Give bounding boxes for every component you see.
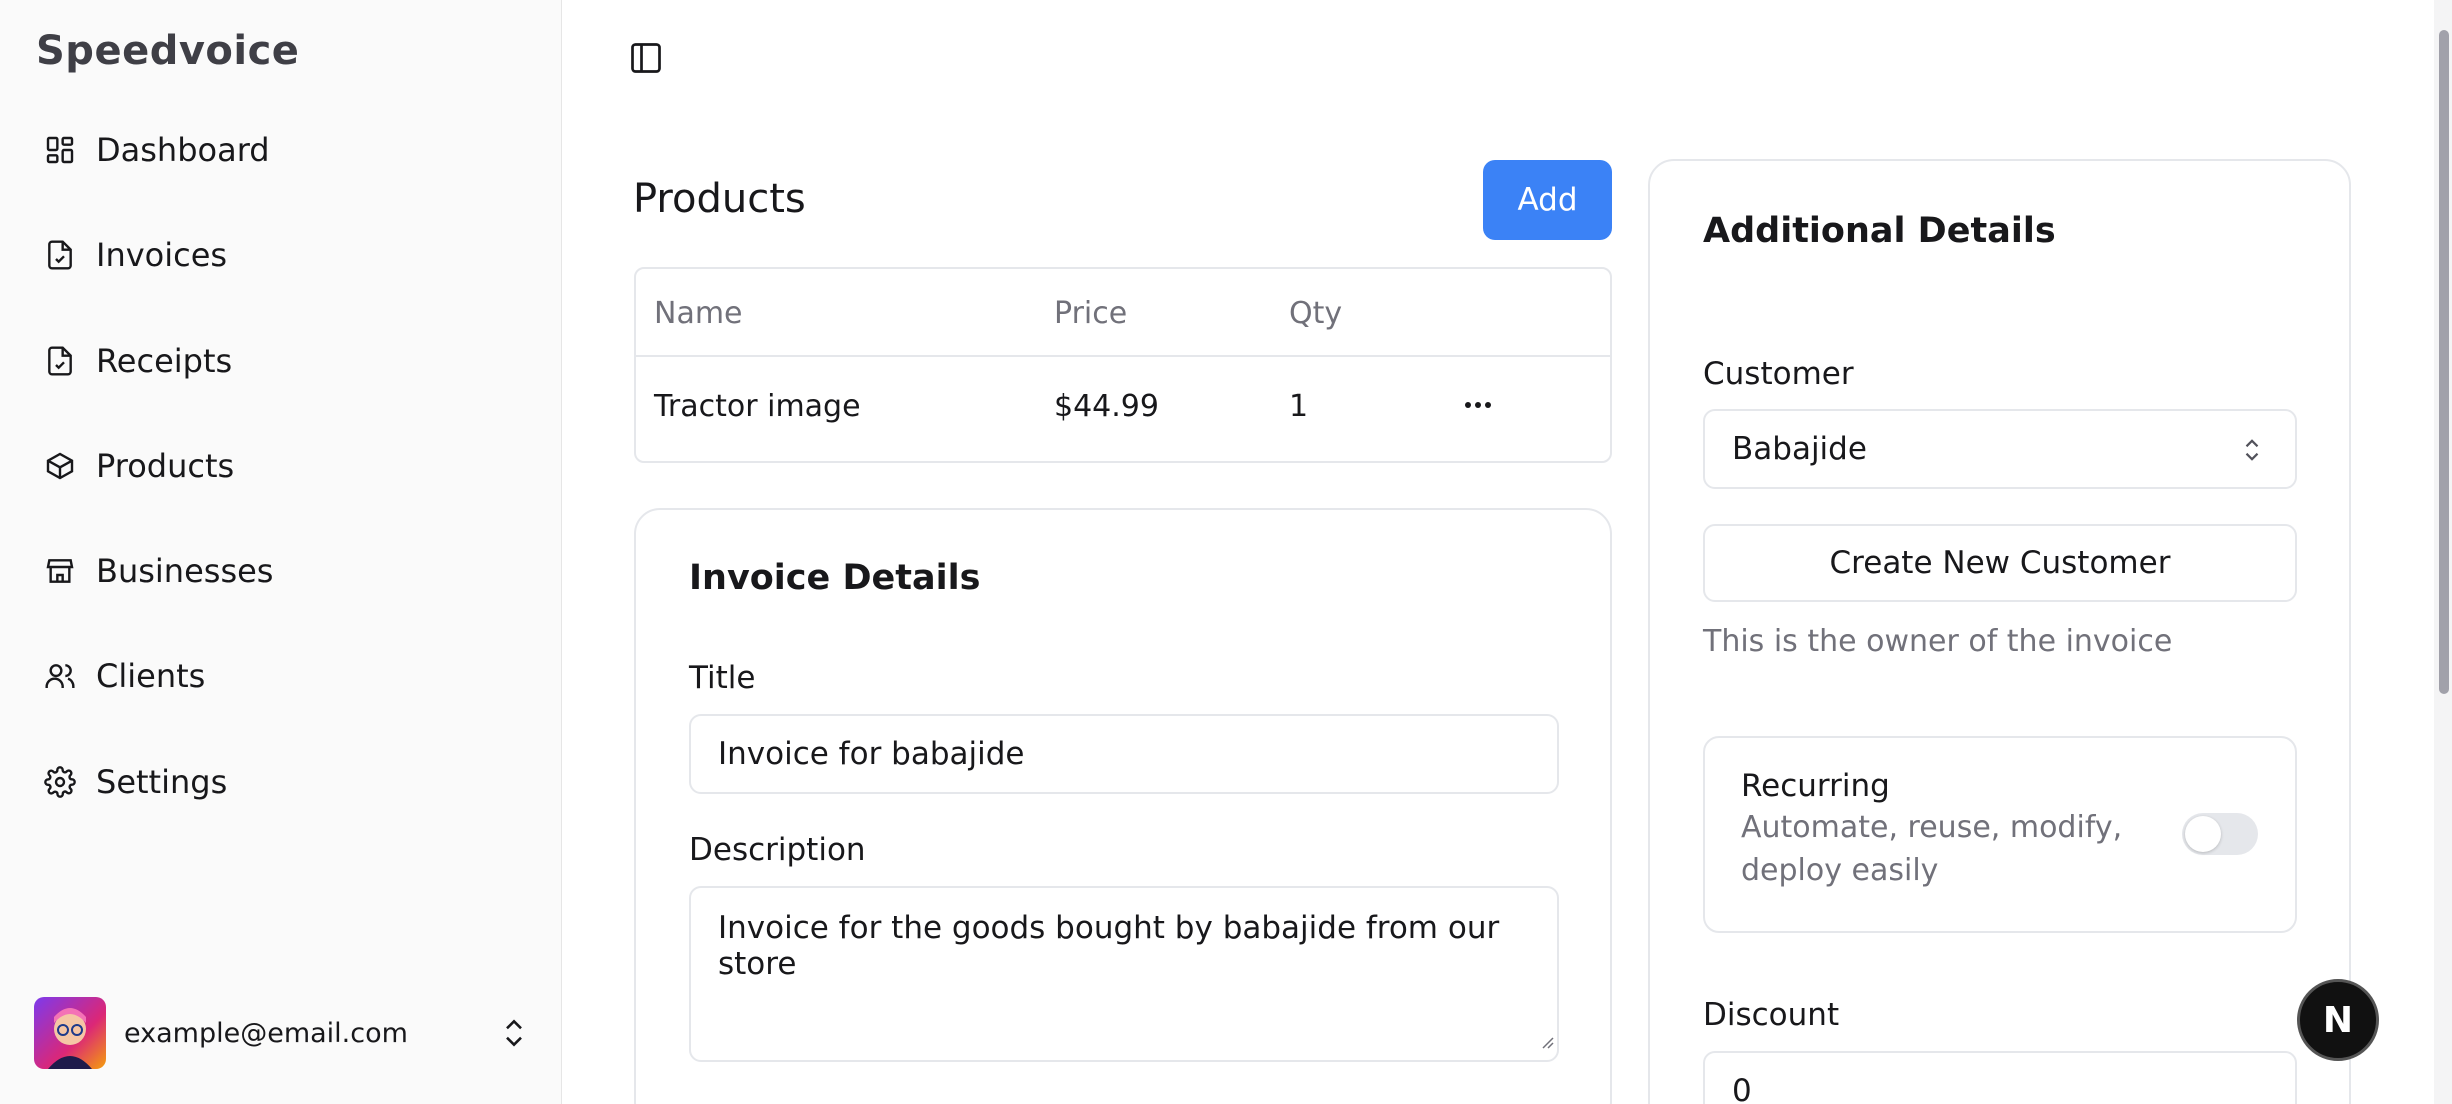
title-input[interactable]: Invoice for babajide [689,714,1559,794]
discount-label: Discount [1703,997,1840,1033]
recurring-toggle[interactable] [2182,813,2258,855]
additional-details-title: Additional Details [1703,211,2056,251]
product-price: $44.99 [1054,389,1159,424]
column-header-price: Price [1054,296,1128,331]
toggle-knob [2185,816,2221,852]
sidebar-item-label: Settings [96,763,228,801]
title-label: Title [689,660,756,696]
customer-selected-value: Babajide [1732,431,1867,467]
recurring-label: Recurring [1741,768,1890,804]
column-header-qty: Qty [1289,296,1343,331]
sidebar-item-settings[interactable]: Settings [40,752,520,812]
add-product-button[interactable]: Add [1483,160,1612,240]
sidebar-item-clients[interactable]: Clients [40,646,520,706]
resize-handle-icon[interactable] [1537,1022,1555,1058]
user-menu[interactable]: example@email.com [34,996,534,1070]
package-icon [40,446,80,486]
description-text: Invoice for the goods bought by babajide… [718,910,1500,982]
scrollbar[interactable] [2434,0,2452,1104]
users-icon [40,656,80,696]
sidebar-item-label: Dashboard [96,131,270,169]
product-name: Tractor image [654,389,861,424]
sidebar-item-label: Businesses [96,552,274,590]
more-options-icon[interactable] [1462,393,1494,421]
receipt-icon [40,341,80,381]
next-dev-badge[interactable]: N [2297,979,2379,1061]
brand-logo: Speedvoice [36,28,300,74]
invoice-details-title: Invoice Details [689,558,981,598]
sidebar-item-label: Clients [96,657,206,695]
recurring-box: Recurring Automate, reuse, modify, deplo… [1703,736,2297,933]
sidebar-item-label: Receipts [96,342,233,380]
sidebar-item-dashboard[interactable]: Dashboard [40,120,520,180]
sidebar-item-receipts[interactable]: Receipts [40,331,520,391]
description-textarea[interactable]: Invoice for the goods bought by babajide… [689,886,1559,1062]
sidebar-item-label: Products [96,447,235,485]
chevrons-up-down-icon[interactable] [500,1016,528,1054]
user-email: example@email.com [124,1017,408,1049]
create-new-customer-button[interactable]: Create New Customer [1703,524,2297,602]
sidebar-toggle-icon[interactable] [628,40,664,76]
sidebar-item-invoices[interactable]: Invoices [40,225,520,285]
gear-icon [40,762,80,802]
store-icon [40,551,80,591]
invoice-details-card: Invoice Details Title Invoice for babaji… [634,508,1612,1104]
invoice-icon [40,235,80,275]
sidebar-item-label: Invoices [96,236,228,274]
additional-details-card: Additional Details Customer Babajide Cre… [1648,159,2351,1104]
recurring-description-line1: Automate, reuse, modify, [1741,810,2123,845]
scrollbar-thumb[interactable] [2439,30,2449,694]
sidebar: Speedvoice Dashboard Invoices Receipts P… [0,0,562,1104]
chevrons-up-down-icon [2241,433,2263,475]
products-table: Name Price Qty Tractor image $44.99 1 [634,267,1612,463]
discount-input[interactable]: 0 [1703,1051,2297,1104]
product-qty: 1 [1289,389,1309,424]
customer-select[interactable]: Babajide [1703,409,2297,489]
customer-help-text: This is the owner of the invoice [1703,624,2173,659]
dashboard-icon [40,130,80,170]
sidebar-item-businesses[interactable]: Businesses [40,541,520,601]
sidebar-item-products[interactable]: Products [40,436,520,496]
avatar [34,997,106,1069]
column-header-name: Name [654,296,743,331]
recurring-description-line2: deploy easily [1741,853,1939,888]
products-title: Products [633,176,806,222]
description-label: Description [689,832,866,868]
table-header: Name Price Qty [636,269,1610,357]
customer-label: Customer [1703,356,1854,392]
